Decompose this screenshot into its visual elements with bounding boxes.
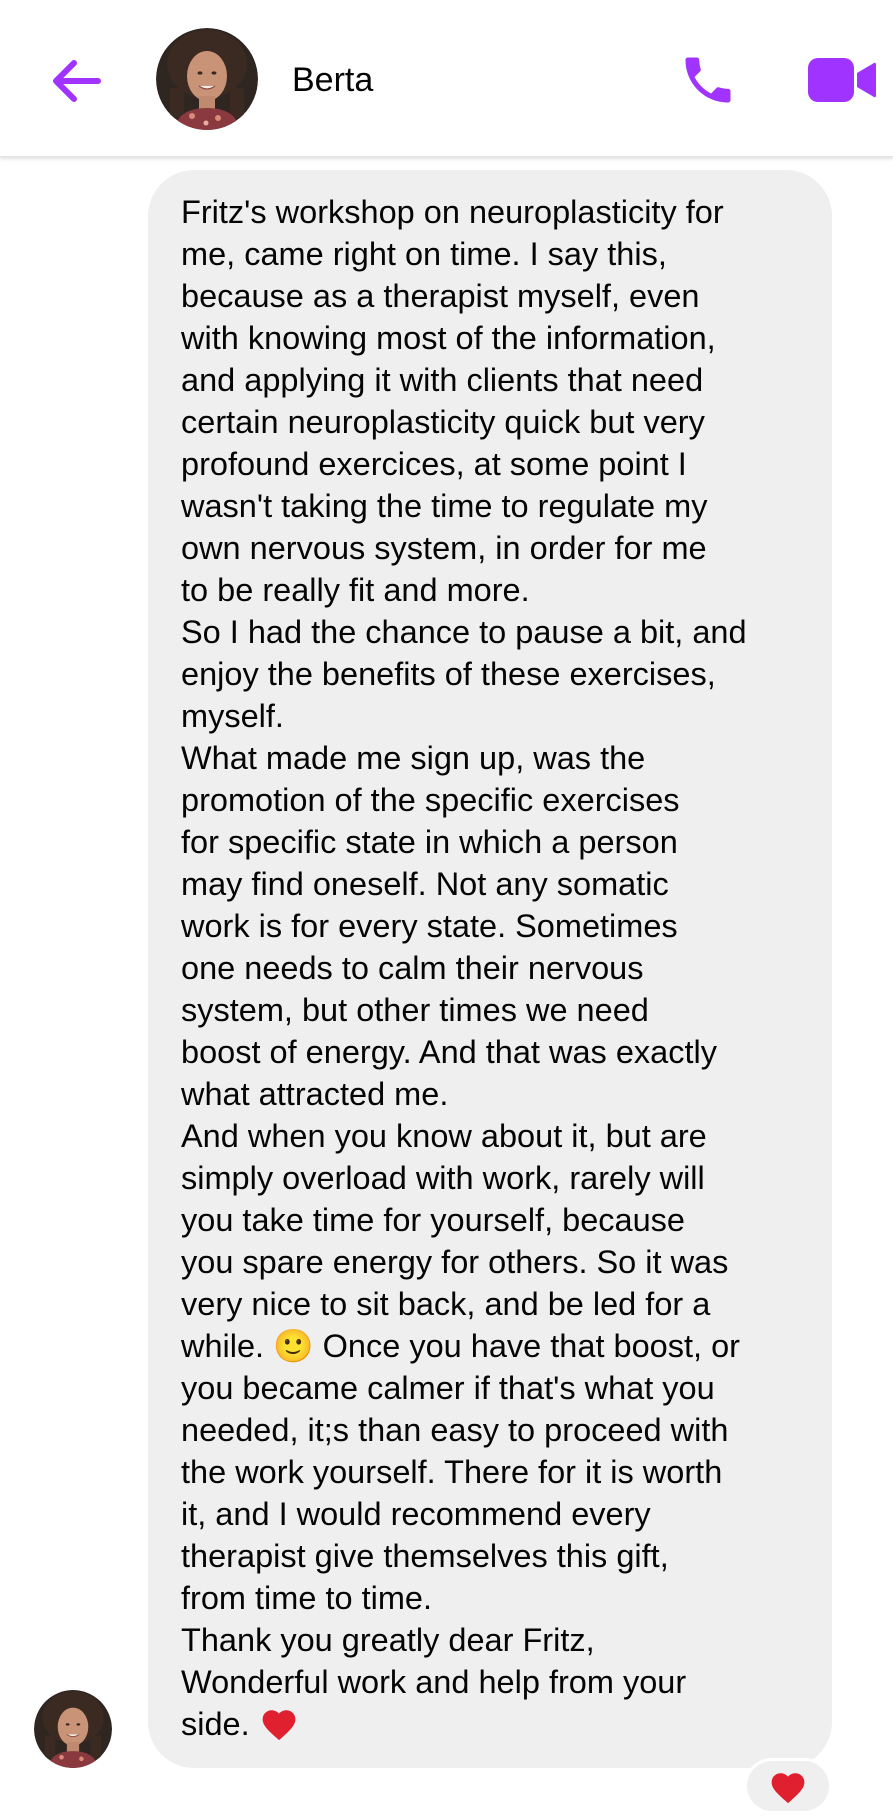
message-paragraph: Thank you greatly dear Fritz, Wonderful … <box>181 1619 802 1745</box>
message-paragraph: So I had the chance to pause a bit, and … <box>181 614 747 734</box>
contact-avatar[interactable] <box>156 28 258 130</box>
video-camera-icon[interactable] <box>808 56 876 104</box>
message-reaction[interactable] <box>744 1758 832 1814</box>
message-bubble[interactable]: Fritz's workshop on neuroplasticity for … <box>148 170 832 1768</box>
message-text: Once you have that boost, or you became … <box>181 1328 740 1616</box>
message-paragraph: What made me sign up, was the promotion … <box>181 740 717 1112</box>
red-heart-icon <box>262 1710 296 1741</box>
message-paragraph: Fritz's workshop on neuroplasticity for … <box>181 194 724 608</box>
message-paragraph: And when you know about it, but are simp… <box>181 1115 802 1619</box>
sender-avatar[interactable] <box>34 1690 112 1768</box>
smile-emoji: 🙂 <box>273 1327 314 1365</box>
phone-icon[interactable] <box>678 50 738 110</box>
chat-header: Berta <box>0 0 893 157</box>
red-heart-icon <box>771 1773 805 1804</box>
contact-name[interactable]: Berta <box>292 58 373 102</box>
back-arrow-icon[interactable] <box>48 54 108 108</box>
message-text: Thank you greatly dear Fritz, Wonderful … <box>181 1622 687 1742</box>
